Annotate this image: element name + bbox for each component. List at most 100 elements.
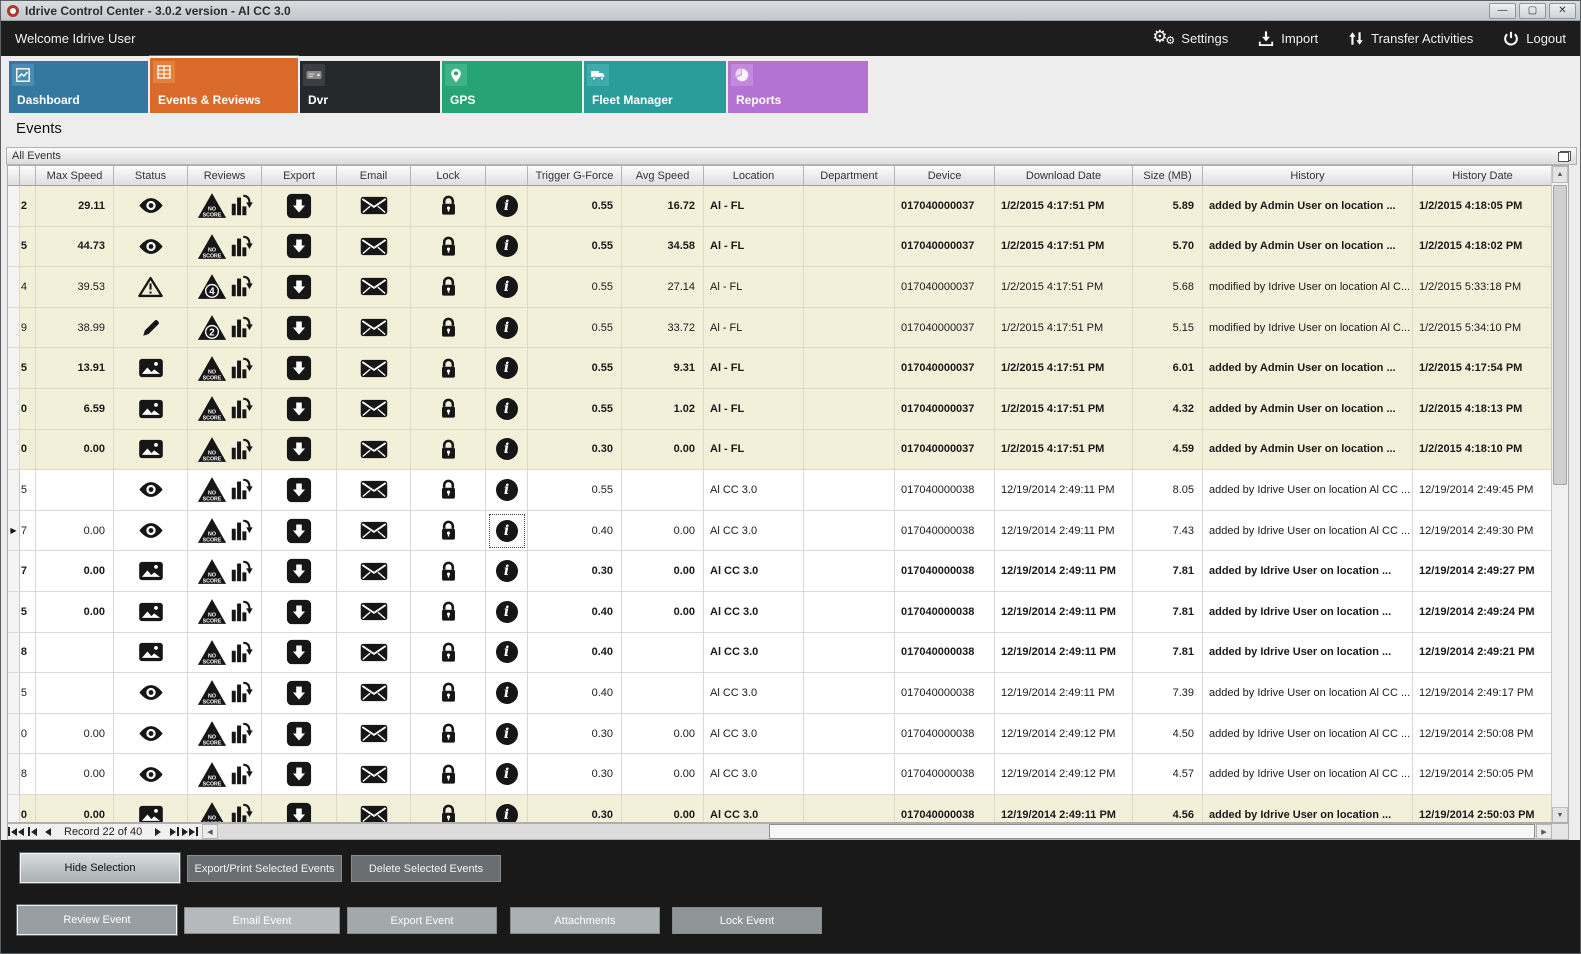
column-header-review[interactable]: Reviews — [188, 166, 262, 186]
table-row[interactable]: 80.00NOSCOREi0.300.00Al CC 3.00170400000… — [8, 754, 1553, 795]
email-icon[interactable] — [360, 277, 388, 296]
table-row[interactable]: ▶70.00NOSCOREi0.400.00Al CC 3.0017040000… — [8, 511, 1553, 552]
scroll-down-arrow-icon[interactable]: ▼ — [1552, 807, 1568, 823]
next-page-button[interactable] — [166, 824, 182, 839]
export-icon[interactable] — [286, 193, 312, 219]
last-record-button[interactable] — [182, 824, 198, 839]
table-row[interactable]: 06.59NOSCOREi0.551.02Al - FL017040000037… — [8, 389, 1553, 430]
column-header-size[interactable]: Size (MB) — [1133, 166, 1203, 186]
lock-icon[interactable] — [439, 803, 458, 823]
review-media-icon[interactable] — [230, 315, 253, 340]
review-score-icon[interactable]: 2 — [197, 314, 227, 341]
info-icon[interactable]: i — [496, 601, 518, 623]
column-header-avg_speed[interactable]: Avg Speed — [622, 166, 704, 186]
review-event-button[interactable]: Review Event — [17, 905, 177, 935]
lock-icon[interactable] — [439, 560, 458, 583]
export-icon[interactable] — [286, 233, 312, 259]
column-header-device[interactable]: Device — [895, 166, 995, 186]
email-icon[interactable] — [360, 724, 388, 743]
delete-selected-events-button[interactable]: Delete Selected Events — [351, 855, 501, 882]
lock-icon[interactable] — [439, 519, 458, 542]
table-row[interactable]: 70.00NOSCOREi0.300.00Al CC 3.00170400000… — [8, 551, 1553, 592]
table-row[interactable]: 439.534i0.5527.14Al - FL0170400000371/2/… — [8, 267, 1553, 308]
column-header-download_date[interactable]: Download Date — [995, 166, 1133, 186]
review-score-icon[interactable]: NOSCORE — [197, 639, 227, 666]
info-icon[interactable]: i — [496, 723, 518, 745]
lock-icon[interactable] — [439, 316, 458, 339]
export-icon[interactable] — [286, 315, 312, 341]
review-media-icon[interactable] — [230, 356, 253, 381]
lock-icon[interactable] — [439, 235, 458, 258]
review-score-icon[interactable]: NOSCORE — [197, 436, 227, 463]
info-icon[interactable]: i — [496, 438, 518, 460]
table-row[interactable]: 229.11NOSCOREi0.5516.72Al - FL0170400000… — [8, 186, 1553, 227]
transfer-activities-button[interactable]: Transfer Activities — [1348, 30, 1473, 47]
table-row[interactable]: 544.73NOSCOREi0.5534.58Al - FL0170400000… — [8, 227, 1553, 268]
column-header-lock[interactable]: Lock — [411, 166, 486, 186]
info-icon[interactable]: i — [496, 195, 518, 217]
export-print-selected-events-button[interactable]: Export/Print Selected Events — [187, 855, 342, 882]
info-icon[interactable]: i — [496, 804, 518, 823]
lock-icon[interactable] — [439, 478, 458, 501]
tab-gps[interactable]: GPS — [442, 61, 582, 113]
email-icon[interactable] — [360, 480, 388, 499]
export-icon[interactable] — [286, 477, 312, 503]
export-icon[interactable] — [286, 518, 312, 544]
prev-record-button[interactable] — [40, 824, 56, 839]
close-button[interactable]: ✕ — [1549, 3, 1576, 19]
info-icon[interactable]: i — [496, 357, 518, 379]
review-media-icon[interactable] — [230, 518, 253, 543]
review-score-icon[interactable]: NOSCORE — [197, 598, 227, 625]
lock-event-button[interactable]: Lock Event — [672, 907, 822, 934]
export-icon[interactable] — [286, 639, 312, 665]
column-header-max_speed[interactable]: Max Speed — [36, 166, 114, 186]
review-media-icon[interactable] — [230, 802, 253, 823]
review-media-icon[interactable] — [230, 680, 253, 705]
export-icon[interactable] — [286, 396, 312, 422]
email-icon[interactable] — [360, 643, 388, 662]
lock-icon[interactable] — [439, 600, 458, 623]
tab-events-reviews[interactable]: Events & Reviews — [150, 56, 298, 113]
review-score-icon[interactable]: NOSCORE — [197, 761, 227, 788]
export-icon[interactable] — [286, 558, 312, 584]
review-media-icon[interactable] — [230, 274, 253, 299]
email-icon[interactable] — [360, 318, 388, 337]
column-header-email[interactable]: Email — [337, 166, 411, 186]
email-icon[interactable] — [360, 521, 388, 540]
horizontal-scrollbar[interactable]: ◀ ▶ — [202, 824, 1552, 839]
vertical-scrollbar-thumb[interactable] — [1553, 185, 1567, 485]
tab-fleet-manager[interactable]: Fleet Manager — [584, 61, 726, 113]
email-icon[interactable] — [360, 196, 388, 215]
email-icon[interactable] — [360, 602, 388, 621]
email-icon[interactable] — [360, 765, 388, 784]
info-icon[interactable]: i — [496, 763, 518, 785]
export-icon[interactable] — [286, 599, 312, 625]
review-score-icon[interactable]: NOSCORE — [197, 192, 227, 219]
review-media-icon[interactable] — [230, 762, 253, 787]
column-header-location[interactable]: Location — [704, 166, 804, 186]
logout-button[interactable]: Logout — [1503, 30, 1566, 47]
lock-icon[interactable] — [439, 275, 458, 298]
table-row[interactable]: 00.00NOSCOREi0.300.00Al CC 3.00170400000… — [8, 795, 1553, 823]
column-header-trigger[interactable]: Trigger G-Force — [528, 166, 622, 186]
first-record-button[interactable] — [8, 824, 24, 839]
review-media-icon[interactable] — [230, 193, 253, 218]
info-icon[interactable]: i — [496, 479, 518, 501]
column-header-department[interactable]: Department — [804, 166, 895, 186]
lock-icon[interactable] — [439, 641, 458, 664]
review-score-icon[interactable]: 4 — [197, 273, 227, 300]
export-event-button[interactable]: Export Event — [347, 907, 497, 934]
export-icon[interactable] — [286, 436, 312, 462]
export-icon[interactable] — [286, 721, 312, 747]
table-row[interactable]: 00.00NOSCOREi0.300.00Al - FL017040000037… — [8, 430, 1553, 471]
email-icon[interactable] — [360, 562, 388, 581]
email-icon[interactable] — [360, 805, 388, 823]
review-media-icon[interactable] — [230, 477, 253, 502]
review-score-icon[interactable]: NOSCORE — [197, 679, 227, 706]
info-icon[interactable]: i — [496, 560, 518, 582]
email-icon[interactable] — [360, 359, 388, 378]
email-icon[interactable] — [360, 237, 388, 256]
export-icon[interactable] — [286, 355, 312, 381]
table-row[interactable]: 5NOSCOREi0.55Al CC 3.001704000003812/19/… — [8, 470, 1553, 511]
column-header-ind[interactable] — [8, 166, 20, 186]
